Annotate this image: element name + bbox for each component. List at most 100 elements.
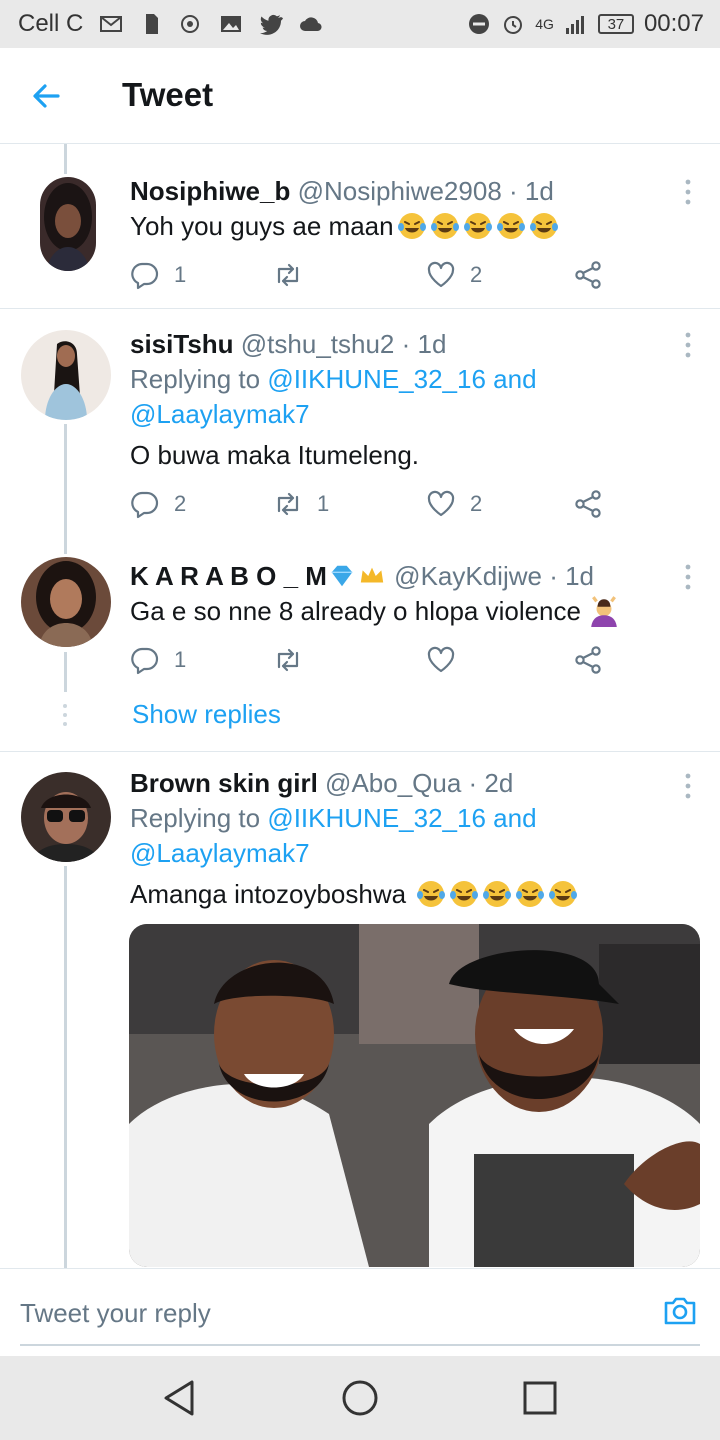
nav-back-icon[interactable] [160,1378,200,1418]
retweet-button[interactable]: 1 [273,487,329,521]
reply-icon [131,647,159,675]
mention-link[interactable]: @Laaylaymak7 [130,838,310,868]
tears-of-joy-emoji-icon [463,213,492,239]
tweet-time: · 1d [509,176,554,206]
tears-of-joy-emoji-icon [496,213,525,239]
heart-icon [427,261,455,288]
gallery-icon [221,16,242,32]
mention-link[interactable]: @IIKHUNE_32_16 [267,364,486,394]
heart-icon [427,646,455,673]
tweet-item[interactable]: sisiTshu @tshu_tshu2 · 1d Replying to @I… [0,309,720,541]
twitter-bird-icon [260,14,284,35]
like-count: 2 [470,262,483,287]
tweet-text: Ga e so nne 8 already o hlopa violence [130,596,581,626]
author-handle[interactable]: @tshu_tshu2 [241,329,395,359]
retweet-button[interactable] [273,643,303,677]
tweet-item[interactable]: K A R A B O _ M @KayKdijwe · 1d Ga e so … [0,541,720,751]
tweet-time: · 1d [549,561,595,591]
retweet-icon [277,492,299,516]
author-name[interactable]: Brown skin girl [130,768,318,798]
battery-indicator: 37 [597,14,634,34]
author-handle[interactable]: @KayKdijwe [394,561,542,591]
nav-recents-icon[interactable] [520,1378,560,1418]
more-options-icon[interactable] [682,331,694,359]
do-not-disturb-icon [469,14,490,34]
tears-of-joy-emoji-icon [516,881,545,907]
share-button[interactable] [573,643,603,677]
avatar[interactable] [21,557,111,647]
thread-dots [63,704,67,726]
like-button[interactable] [426,643,456,677]
more-options-icon[interactable] [682,563,694,591]
retweet-button[interactable] [273,258,317,292]
heart-icon [427,490,455,517]
author-name[interactable]: sisiTshu [130,329,234,359]
reply-count: 1 [174,262,187,287]
tears-of-joy-emoji-icon [450,881,479,907]
crown-emoji-icon [360,567,384,583]
tweet-item[interactable]: Brown skin girl @Abo_Qua · 2d Replying t… [0,752,720,1268]
clock: 00:07 [643,10,704,37]
tweet-time: · 2d [468,768,514,798]
sim-card-icon [146,14,159,34]
tears-of-joy-emoji-icon [483,881,512,907]
reply-input[interactable] [20,1283,620,1343]
avatar[interactable] [40,177,96,271]
tweet-media-image[interactable] [129,924,700,1267]
reply-icon [131,262,159,290]
tears-of-joy-emoji-icon [430,213,459,239]
person-gesturing-ok-emoji-icon [591,596,618,627]
hotspot-icon [181,15,200,33]
avatar[interactable] [21,330,111,420]
reply-button[interactable]: 2 [130,487,186,521]
tears-of-joy-emoji-icon [397,213,426,239]
author-name[interactable]: Nosiphiwe_b [130,176,290,206]
more-options-icon[interactable] [682,772,694,800]
author-handle[interactable]: @Nosiphiwe2908 [298,176,502,206]
share-icon [575,646,601,674]
emoji-row [394,211,559,241]
like-button[interactable]: 2 [426,487,482,521]
carrier-label: Cell C [18,10,84,37]
reply-button[interactable]: 1 [130,258,186,292]
network-type: 4G [535,16,554,32]
mention-link[interactable]: @IIKHUNE_32_16 [267,803,486,833]
diamond-emoji-icon [331,565,353,587]
page-title: Tweet [122,76,214,113]
like-count: 2 [470,491,483,516]
retweet-icon [277,648,299,672]
replying-to: Replying to @IIKHUNE_32_16 and [130,364,537,394]
share-button[interactable] [573,487,603,521]
like-button[interactable]: 2 [426,258,482,292]
reply-count: 1 [174,647,187,672]
back-arrow-icon[interactable] [28,78,64,114]
reply-icon [131,491,159,519]
cloud-icon [300,17,322,32]
author-name[interactable]: K A R A B O _ M [130,561,327,591]
tears-of-joy-emoji-icon [529,213,558,239]
mention-link[interactable]: @Laaylaymak7 [130,399,310,429]
status-bar: Cell C 4G 37 00:07 [0,0,720,48]
tears-of-joy-emoji-icon [549,881,578,907]
input-underline [20,1344,700,1346]
reply-composer [0,1268,720,1356]
reply-button[interactable]: 1 [130,643,186,677]
app-header: Tweet [0,48,720,144]
signal-icon [565,16,584,34]
author-handle[interactable]: @Abo_Qua [325,768,461,798]
share-icon [575,490,601,518]
more-options-icon[interactable] [682,178,694,206]
retweet-icon [277,263,299,287]
share-button[interactable] [573,258,603,292]
tweet-item[interactable]: Nosiphiwe_b @Nosiphiwe2908 · 1d Yoh you … [0,144,720,308]
nav-home-icon[interactable] [340,1378,380,1418]
avatar[interactable] [21,772,111,862]
camera-icon[interactable] [662,1293,698,1329]
tweet-text: Yoh you guys ae maan [130,211,394,241]
system-nav-bar [0,1356,720,1440]
share-icon [575,261,601,289]
show-replies-link[interactable]: Show replies [132,699,281,730]
emoji-row [413,879,578,909]
tweet-text: O buwa maka Itumeleng. [130,440,420,470]
alarm-icon [504,16,523,34]
